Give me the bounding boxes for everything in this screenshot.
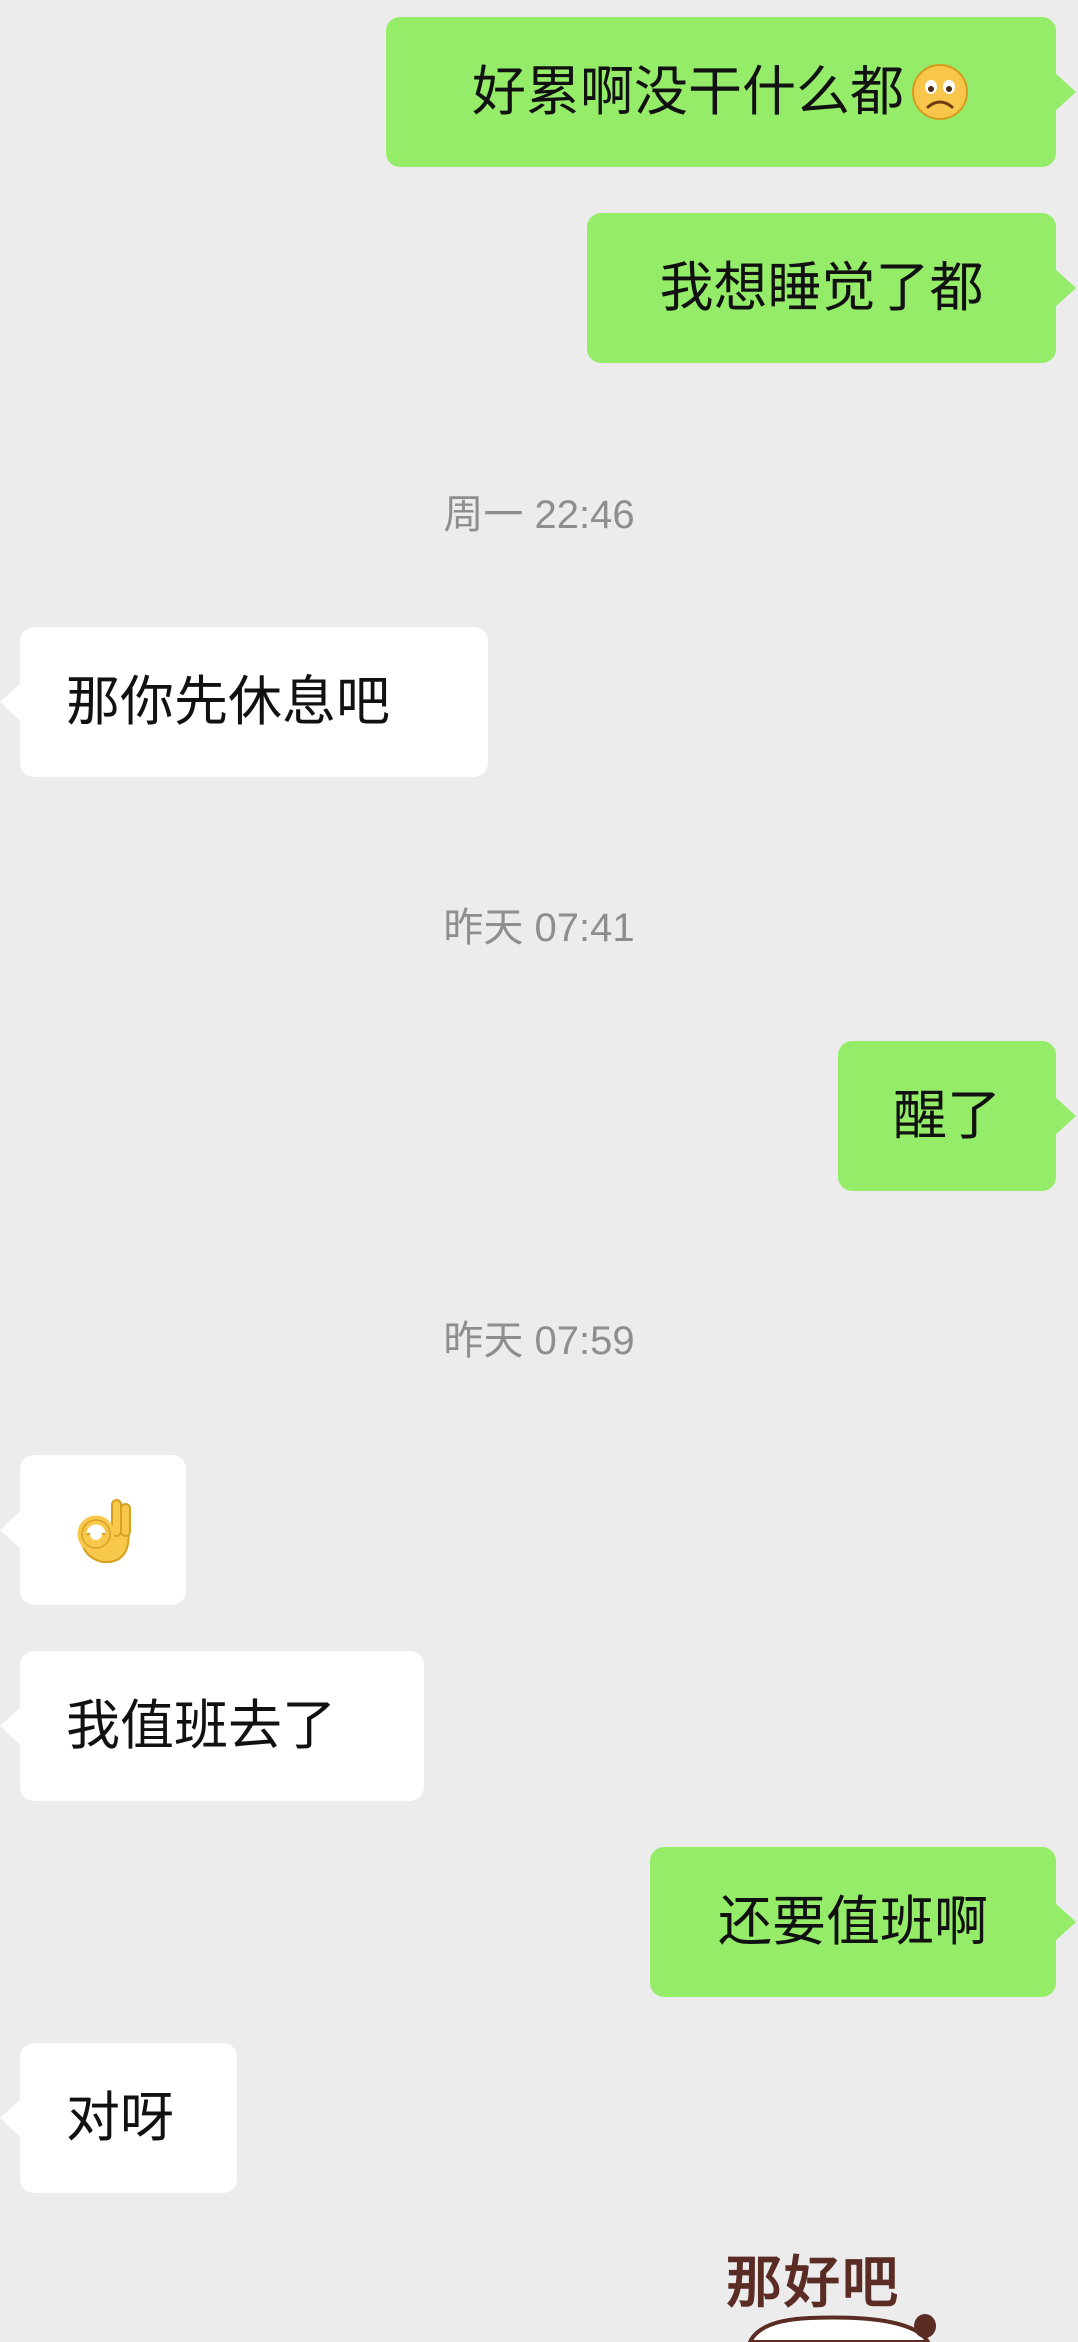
message-text: 醒了: [893, 1084, 1001, 1147]
outgoing-message[interactable]: 好累啊没干什么都: [386, 17, 1076, 167]
sticker[interactable]: 那好吧: [720, 2230, 960, 2342]
outgoing-message[interactable]: 还要值班啊: [650, 1847, 1076, 1997]
timestamp: 周一 22:46: [443, 493, 635, 537]
message-text: 对呀: [66, 2086, 174, 2149]
ok-hand-icon: [72, 1494, 136, 1566]
message-text: 那你先休息吧: [66, 670, 390, 733]
incoming-message[interactable]: [0, 1455, 186, 1605]
message-text: 好累啊没干什么都: [472, 60, 904, 123]
message-text: 我想睡觉了都: [659, 256, 984, 319]
timestamp: 昨天 07:59: [443, 1319, 635, 1363]
incoming-message[interactable]: 我值班去了: [0, 1651, 424, 1801]
timestamp: 昨天 07:41: [443, 906, 635, 950]
chat-area[interactable]: 好累啊没干什么都 我想睡觉了都 周一 22:46 那你先休息吧 昨天 07:41…: [0, 0, 1078, 2342]
outgoing-message[interactable]: 我想睡觉了都: [587, 213, 1076, 363]
message-text: 我值班去了: [66, 1694, 336, 1757]
message-text: 还要值班啊: [718, 1890, 988, 1953]
outgoing-message[interactable]: 醒了: [838, 1041, 1076, 1191]
incoming-message[interactable]: 对呀: [0, 2043, 237, 2193]
sad-face-icon: [910, 62, 970, 122]
sticker-character-icon: [747, 2314, 936, 2342]
incoming-message[interactable]: 那你先休息吧: [0, 627, 488, 777]
